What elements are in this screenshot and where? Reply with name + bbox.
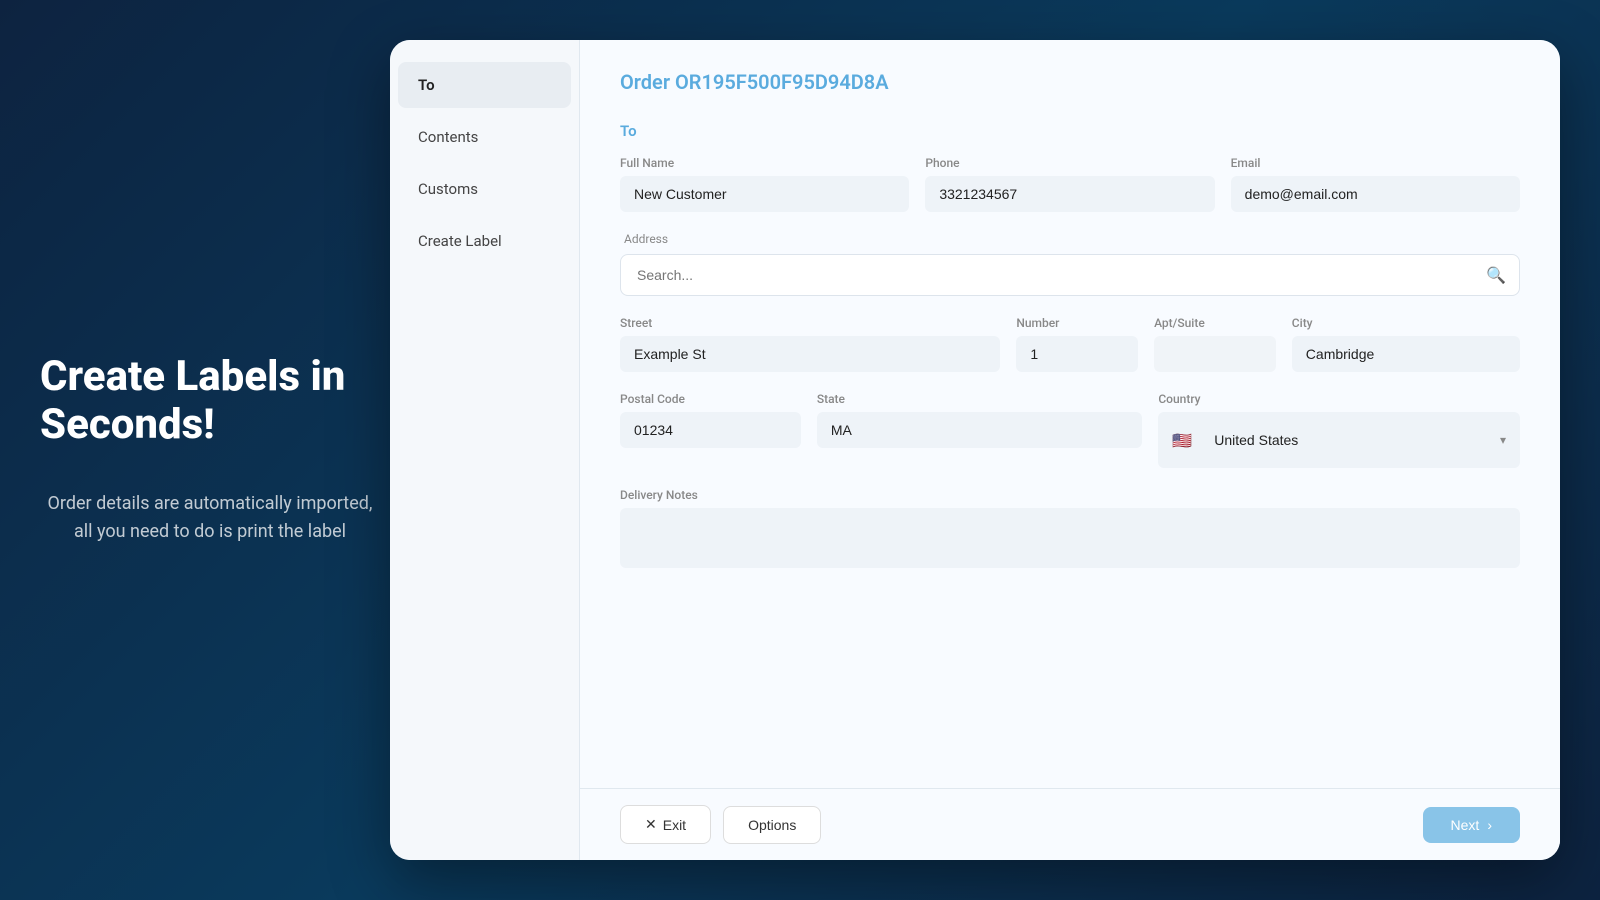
- postal-row: Postal Code State Country 🇺🇸 United Stat…: [620, 392, 1520, 468]
- address-search-input[interactable]: [620, 254, 1520, 296]
- street-group: Street: [620, 316, 1000, 372]
- sidebar-item-create-label[interactable]: Create Label: [398, 218, 571, 264]
- next-label: Next: [1451, 817, 1480, 833]
- options-button[interactable]: Options: [723, 806, 821, 844]
- chevron-right-icon: ›: [1487, 817, 1492, 833]
- state-input[interactable]: [817, 412, 1143, 448]
- address-search-container: 🔍: [620, 254, 1520, 296]
- times-icon: ✕: [645, 816, 657, 833]
- number-group: Number: [1016, 316, 1138, 372]
- country-select[interactable]: United States: [1200, 422, 1492, 458]
- options-label: Options: [748, 817, 796, 833]
- phone-label: Phone: [925, 156, 1214, 170]
- number-label: Number: [1016, 316, 1138, 330]
- apt-suite-group: Apt/Suite: [1154, 316, 1276, 372]
- section-to-label: To: [620, 122, 1520, 140]
- hero-heading: Create Labels in Seconds!: [40, 353, 380, 450]
- apt-suite-label: Apt/Suite: [1154, 316, 1276, 330]
- modal-footer: ✕ Exit Options Next ›: [580, 788, 1560, 860]
- delivery-notes-input[interactable]: [620, 508, 1520, 568]
- street-input[interactable]: [620, 336, 1000, 372]
- delivery-notes-label: Delivery Notes: [620, 488, 1520, 502]
- sidebar-item-customs[interactable]: Customs: [398, 166, 571, 212]
- postal-code-group: Postal Code: [620, 392, 801, 468]
- street-label: Street: [620, 316, 1000, 330]
- state-group: State: [817, 392, 1143, 468]
- address-section-label: Address: [620, 232, 1520, 246]
- sidebar-item-contents[interactable]: Contents: [398, 114, 571, 160]
- chevron-down-icon: ▾: [1500, 433, 1506, 447]
- postal-code-label: Postal Code: [620, 392, 801, 406]
- country-label: Country: [1158, 392, 1520, 406]
- hero-subtext: Order details are automatically imported…: [40, 490, 380, 548]
- email-group: Email: [1231, 156, 1520, 212]
- full-name-label: Full Name: [620, 156, 909, 170]
- modal: To Contents Customs Create Label Order O…: [390, 40, 1560, 860]
- state-label: State: [817, 392, 1143, 406]
- email-input[interactable]: [1231, 176, 1520, 212]
- full-name-input[interactable]: [620, 176, 909, 212]
- postal-code-input[interactable]: [620, 412, 801, 448]
- city-label: City: [1292, 316, 1520, 330]
- contact-info-row: Full Name Phone Email: [620, 156, 1520, 212]
- phone-input[interactable]: [925, 176, 1214, 212]
- main-content: Order OR195F500F95D94D8A To Full Name Ph…: [580, 40, 1560, 860]
- email-label: Email: [1231, 156, 1520, 170]
- country-flag: 🇺🇸: [1172, 431, 1192, 450]
- exit-button[interactable]: ✕ Exit: [620, 805, 711, 844]
- phone-group: Phone: [925, 156, 1214, 212]
- apt-suite-input[interactable]: [1154, 336, 1276, 372]
- city-input[interactable]: [1292, 336, 1520, 372]
- number-input[interactable]: [1016, 336, 1138, 372]
- sidebar: To Contents Customs Create Label: [390, 40, 580, 860]
- delivery-notes-group: Delivery Notes: [620, 488, 1520, 568]
- country-select-wrapper[interactable]: 🇺🇸 United States ▾: [1158, 412, 1520, 468]
- country-group: Country 🇺🇸 United States ▾: [1158, 392, 1520, 468]
- order-title: Order OR195F500F95D94D8A: [620, 70, 1520, 94]
- city-group: City: [1292, 316, 1520, 372]
- search-icon: 🔍: [1486, 266, 1506, 285]
- sidebar-item-to[interactable]: To: [398, 62, 571, 108]
- street-row: Street Number Apt/Suite City: [620, 316, 1520, 372]
- left-panel: Create Labels in Seconds! Order details …: [40, 353, 380, 547]
- next-button[interactable]: Next ›: [1423, 807, 1520, 843]
- exit-label: Exit: [663, 817, 686, 833]
- full-name-group: Full Name: [620, 156, 909, 212]
